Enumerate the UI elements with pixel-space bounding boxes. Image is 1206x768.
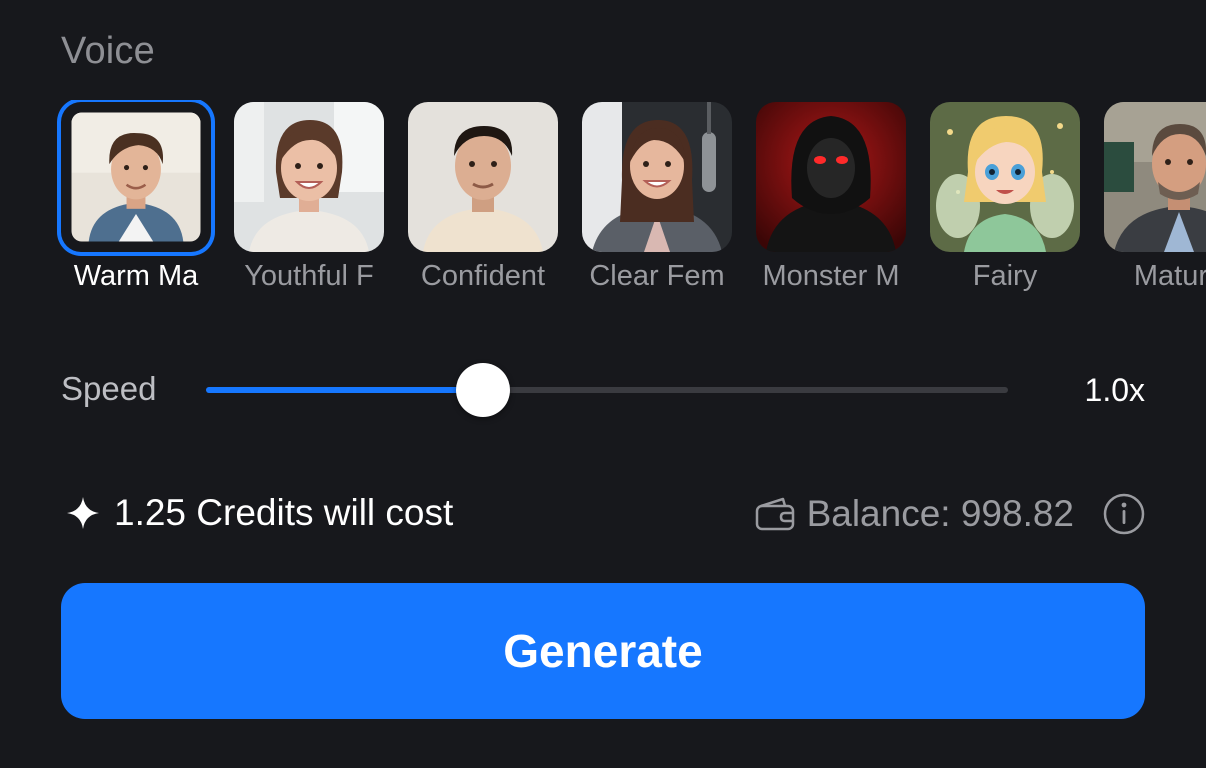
voice-label: Confident	[420, 260, 546, 292]
voice-option-fairy[interactable]: Fairy	[930, 100, 1082, 300]
balance-display: Balance: 998.82	[755, 492, 1146, 536]
voice-label: Youthful F	[244, 260, 374, 292]
sparkle-icon	[66, 496, 100, 530]
credit-cost-text: 1.25 Credits will cost	[114, 492, 454, 533]
voice-carousel[interactable]: Warm Ma Youthful F Confident Clear Fem M…	[0, 100, 1206, 310]
avatar-monster-icon	[756, 102, 906, 252]
voice-label: Warm Ma	[73, 260, 199, 292]
voice-option-monster[interactable]: Monster M	[756, 100, 908, 300]
voice-option-mature[interactable]: Mature	[1104, 100, 1206, 300]
speed-slider-fill	[206, 387, 483, 393]
avatar-mature-male-icon	[1104, 102, 1206, 252]
voice-option-warm-male[interactable]: Warm Ma	[61, 100, 213, 300]
generate-button[interactable]: Generate	[61, 583, 1145, 719]
wallet-icon	[755, 496, 795, 532]
info-icon[interactable]	[1102, 492, 1146, 536]
voice-label: Clear Fem	[589, 260, 725, 292]
voice-label: Monster M	[762, 260, 900, 292]
voice-label: Fairy	[972, 260, 1038, 292]
voice-option-youthful-female[interactable]: Youthful F	[234, 100, 386, 300]
avatar-confident-male-icon	[408, 102, 558, 252]
voice-section-title: Voice	[61, 30, 155, 72]
voice-option-clear-female[interactable]: Clear Fem	[582, 100, 734, 300]
avatar-warm-male-icon	[61, 102, 211, 252]
speed-value: 1.0x	[1084, 372, 1145, 408]
voice-option-confident[interactable]: Confident	[408, 100, 560, 300]
credit-cost: 1.25 Credits will cost	[66, 492, 453, 534]
speed-slider-thumb[interactable]	[456, 363, 510, 417]
avatar-fairy-icon	[930, 102, 1080, 252]
avatar-clear-female-icon	[582, 102, 732, 252]
speed-slider[interactable]	[206, 363, 1008, 417]
avatar-youthful-female-icon	[234, 102, 384, 252]
balance-text: Balance: 998.82	[806, 493, 1074, 534]
speed-label: Speed	[61, 370, 157, 407]
voice-label: Mature	[1133, 260, 1206, 292]
